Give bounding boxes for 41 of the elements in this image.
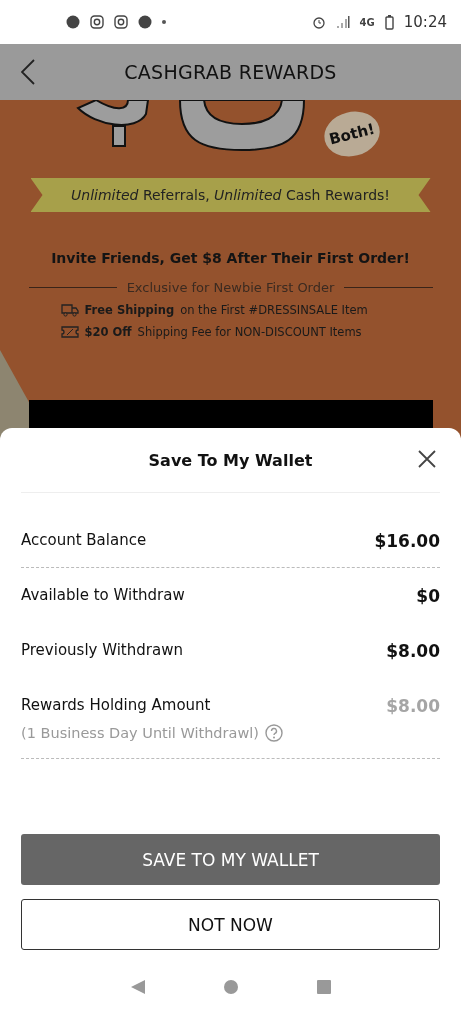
row-label: Account Balance — [21, 531, 147, 549]
close-icon — [418, 450, 436, 468]
row-value: $8.00 — [386, 641, 440, 661]
row-value: $8.00 — [386, 696, 440, 716]
square-icon — [315, 979, 332, 995]
page-title: CASHGRAB REWARDS — [123, 61, 338, 83]
perk-title: $20 Off — [84, 325, 132, 339]
sheet-title: Save To My Wallet — [148, 450, 313, 470]
row-value: $16.00 — [374, 531, 440, 551]
chat-icon — [66, 15, 80, 29]
row-label: Available to Withdraw — [21, 586, 185, 604]
not-now-button[interactable]: NOT NOW — [21, 899, 440, 950]
truck-icon — [60, 303, 79, 317]
camera-icon — [114, 15, 128, 29]
dot-icon — [162, 20, 166, 24]
back-nav-button[interactable] — [129, 979, 146, 995]
chevron-left-icon — [21, 59, 35, 85]
perk-text: on the First #DRESSINSALE Item — [180, 303, 368, 317]
triangle-icon — [129, 979, 146, 995]
coupon-icon — [60, 325, 79, 339]
row-value: $0 — [416, 586, 440, 606]
chat-icon — [138, 15, 152, 29]
row-note: (1 Business Day Until Withdrawl) — [21, 725, 259, 741]
circle-icon — [222, 979, 239, 995]
home-nav-button[interactable] — [222, 979, 239, 995]
subtitle: Exclusive for Newbie First Order — [126, 280, 335, 295]
alarm-icon — [311, 15, 326, 29]
network-label: 4G — [359, 16, 375, 28]
perk-text: Shipping Fee for NON-DISCOUNT Items — [137, 325, 362, 339]
row-label: Previously Withdrawn — [21, 641, 183, 659]
save-button[interactable]: SAVE TO MY WALLET — [21, 834, 440, 885]
ribbon: Unlimited Referrals, Unlimited Cash Rewards! — [30, 178, 431, 212]
signal-icon — [335, 15, 350, 29]
headline: Invite Friends, Get $8 After Their First Order! — [51, 250, 410, 266]
help-icon[interactable] — [264, 724, 283, 742]
row-label: Rewards Holding Amount — [21, 696, 212, 714]
perk-title: Free Shipping — [84, 303, 175, 317]
clock: 10:24 — [403, 13, 447, 31]
battery-icon — [384, 14, 394, 30]
camera-icon — [90, 15, 104, 29]
recents-nav-button[interactable] — [315, 979, 332, 995]
